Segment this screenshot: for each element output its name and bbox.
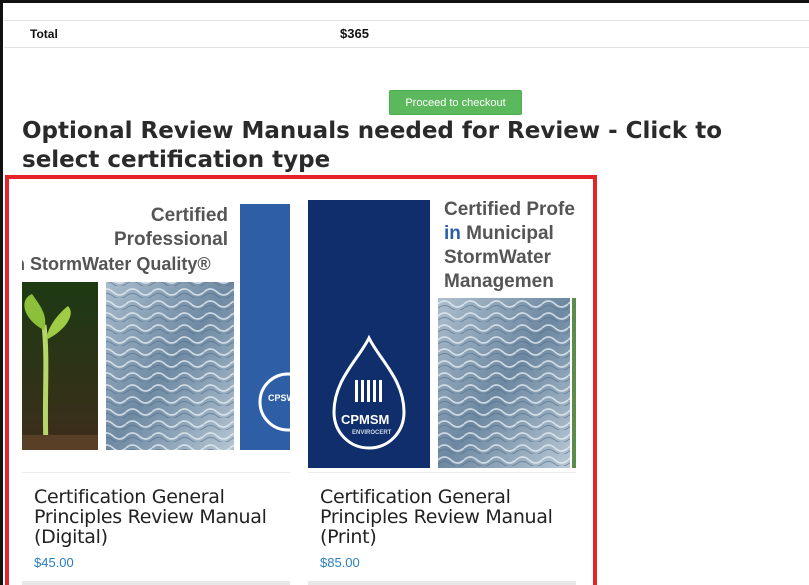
envirocert-logo-text: ENVIROCERT: [352, 430, 392, 436]
proceed-to-checkout-button[interactable]: Proceed to checkout: [389, 90, 522, 115]
cover-text-line-1: Certified Profe: [444, 199, 575, 220]
product-image-cpswq[interactable]: Certified Professional n StormWater Qual…: [22, 190, 290, 472]
product-card-digital[interactable]: Certified Professional n StormWater Qual…: [22, 190, 290, 585]
product-price: $85.00: [320, 555, 360, 570]
cpmsm-logo-text: CPMSM: [341, 412, 390, 427]
product-card-print[interactable]: Certified Profe in Municipal StormWater …: [308, 190, 576, 585]
card-divider: [22, 581, 290, 585]
total-label: Total: [30, 27, 58, 41]
cover-text-line-3: StormWater: [444, 247, 551, 268]
product-image-cpmsm[interactable]: Certified Profe in Municipal StormWater …: [308, 190, 576, 472]
section-title: Optional Review Manuals needed for Revie…: [22, 118, 723, 173]
cover-text-line-2: Professional: [113, 229, 228, 250]
product-price: $45.00: [34, 555, 74, 570]
product-info: Certification General Principles Review …: [308, 472, 576, 585]
total-value: $365: [340, 26, 369, 41]
cover-text-line-3: n StormWater Quality®: [22, 254, 211, 274]
cover-text-prefix: in: [444, 223, 461, 244]
cover-text-line-2: in Municipal: [444, 222, 554, 246]
cart-total-row: Total $365: [4, 20, 809, 48]
cover-text-line-1: Certified: [150, 205, 228, 226]
cover-text-line-4: Managemen: [444, 271, 554, 292]
cover-text-rest: Municipal: [460, 223, 554, 244]
product-title[interactable]: Certification General Principles Review …: [34, 487, 284, 547]
product-info: Certification General Principles Review …: [22, 472, 290, 585]
product-title[interactable]: Certification General Principles Review …: [320, 487, 570, 547]
card-divider: [308, 581, 576, 585]
cpswq-logo-text: CPSWQ: [268, 393, 290, 403]
